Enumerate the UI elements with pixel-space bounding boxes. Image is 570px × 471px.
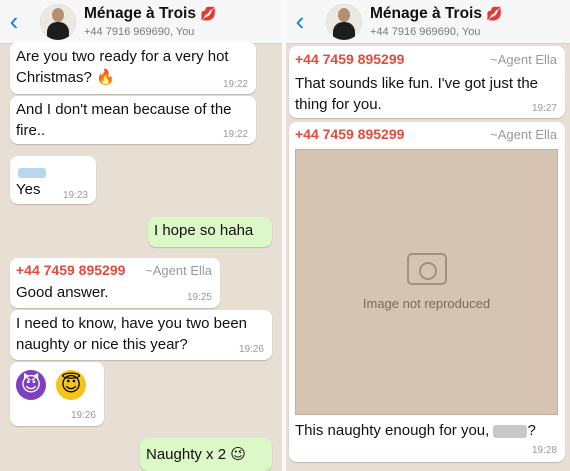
angel-emoji-icon: 😇 xyxy=(56,370,86,400)
lips-icon: 💋 xyxy=(485,6,503,21)
image-message-bubble[interactable]: +44 7459 895299 ~Agent Ella Image not re… xyxy=(289,122,565,462)
message-text: Good answer. xyxy=(16,284,109,301)
sender-alias: ~Agent Ella xyxy=(490,127,557,142)
message-bubble[interactable]: Are you two ready for a very hot Christm… xyxy=(10,42,256,94)
message-text: This naughty enough for you, ? xyxy=(295,422,536,439)
message-bubble[interactable]: +44 7459 895299 ~Agent Ella That sounds … xyxy=(289,46,565,118)
chat-title[interactable]: Ménage à Trois 💋 xyxy=(84,5,216,23)
message-text: That sounds like fun. I've got just the … xyxy=(295,75,539,113)
message-bubble[interactable]: +44 7459 895299 ~Agent Ella Good answer.… xyxy=(10,258,220,308)
message-time: 19:26 xyxy=(70,410,96,421)
message-bubble-outgoing[interactable]: I hope so haha xyxy=(148,217,272,247)
name-redacted xyxy=(493,424,528,438)
fire-emoji-icon: 🔥 xyxy=(96,69,115,86)
message-bubble[interactable]: And I don't mean because of the fire.. 1… xyxy=(10,96,256,144)
sender-name[interactable]: +44 7459 895299 xyxy=(295,51,404,67)
message-time: 19:25 xyxy=(186,292,212,303)
message-text: And I don't mean because of the fire.. xyxy=(16,101,232,139)
message-time: 19:27 xyxy=(531,103,557,114)
wink-emoji-icon: 😉 xyxy=(230,446,246,463)
message-text: I need to know, have you two been naught… xyxy=(16,315,247,353)
sender-name[interactable]: +44 7459 895299 xyxy=(16,262,125,278)
message-bubble-outgoing[interactable]: Naughty x 2 😉 xyxy=(140,438,272,471)
group-avatar[interactable] xyxy=(40,4,76,40)
image-icon xyxy=(407,253,447,285)
message-text: Are you two ready for a very hot Christm… xyxy=(16,48,229,86)
sender-alias: ~Agent Ella xyxy=(490,52,557,67)
back-chevron-icon[interactable]: ‹ xyxy=(288,6,312,36)
message-text: Naughty x 2 😉 xyxy=(146,446,246,463)
chat-title-text: Ménage à Trois xyxy=(370,5,482,22)
devil-emoji-icon: 😈 xyxy=(16,370,46,400)
message-bubble[interactable]: 😈 😇 19:26 xyxy=(10,362,104,426)
message-text: I hope so haha xyxy=(154,222,254,239)
sender-alias: ~Agent Ella xyxy=(145,263,212,278)
message-time: 19:28 xyxy=(531,445,557,456)
chat-participants: +44 7916 969690, You xyxy=(84,26,195,38)
group-avatar[interactable] xyxy=(326,4,362,40)
message-time: 19:23 xyxy=(62,190,88,201)
shared-photo[interactable]: Image not reproduced xyxy=(295,149,558,415)
chat-header: ‹ Ménage à Trois 💋 +44 7916 969690, You xyxy=(0,0,282,44)
image-placeholder-label: Image not reproduced xyxy=(362,296,491,311)
back-chevron-icon[interactable]: ‹ xyxy=(2,6,26,36)
message-bubble[interactable]: Yes 19:23 xyxy=(10,156,96,204)
chat-panel-left: ‹ Ménage à Trois 💋 +44 7916 969690, You A… xyxy=(0,0,282,471)
chat-panel-right: ‹ Ménage à Trois 💋 +44 7916 969690, You +… xyxy=(286,0,570,471)
message-time: 19:22 xyxy=(222,129,248,140)
sender-name[interactable]: +44 7459 895299 xyxy=(295,126,404,142)
chat-participants: +44 7916 969690, You xyxy=(370,26,481,38)
lips-icon: 💋 xyxy=(199,6,217,21)
chat-title-text: Ménage à Trois xyxy=(84,5,196,22)
message-time: 19:22 xyxy=(222,79,248,90)
chat-title[interactable]: Ménage à Trois 💋 xyxy=(370,5,502,23)
chat-header: ‹ Ménage à Trois 💋 +44 7916 969690, You xyxy=(286,0,570,44)
message-time: 19:26 xyxy=(238,344,264,355)
message-bubble[interactable]: I need to know, have you two been naught… xyxy=(10,310,272,360)
